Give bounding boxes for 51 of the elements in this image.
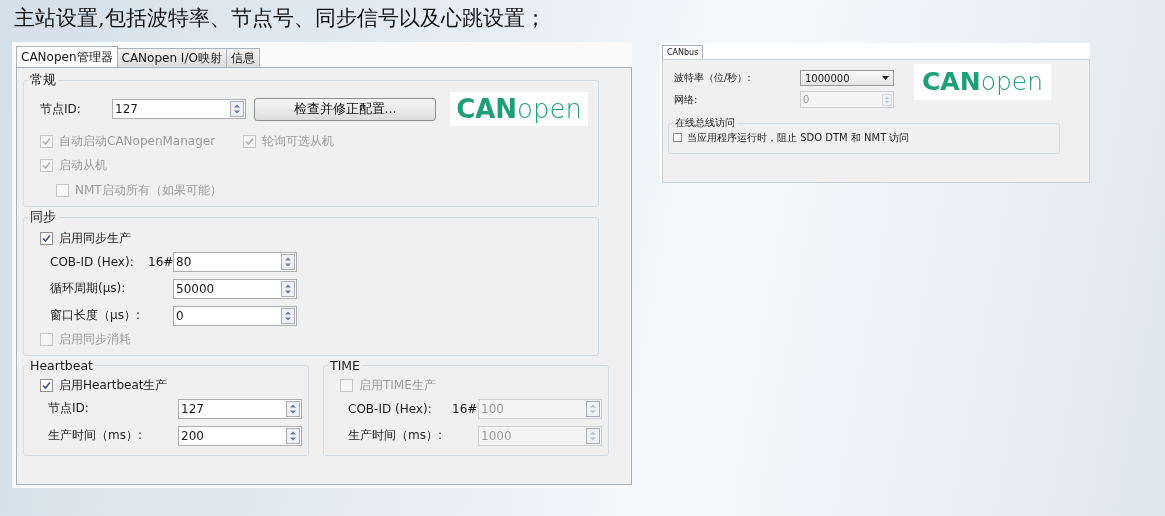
canopen-logo: CANopen: [914, 64, 1051, 100]
field-label: 生产时间（ms）:: [348, 427, 443, 444]
field-label: 循环周期(µs):: [50, 280, 127, 297]
field-label: 生产时间（ms）:: [48, 427, 143, 444]
checkbox-label: 启用同步消耗: [59, 330, 131, 348]
spin-field[interactable]: 127: [178, 398, 302, 419]
spinner-arrows-icon[interactable]: [281, 253, 295, 270]
checkbox-label: 自动启动CANopenManager: [59, 132, 216, 150]
field-label: 节点ID:: [40, 100, 82, 118]
spin-field[interactable]: 127: [112, 99, 246, 119]
group-title: Heartbeat: [29, 358, 94, 373]
checkbox-label: 当应用程序运行时，阻止 SDO DTM 和 NMT 访问: [687, 130, 910, 145]
hex-prefix: 16#: [452, 401, 478, 416]
spin-field[interactable]: 200: [178, 425, 302, 446]
checkbox-label: 启用TIME生产: [359, 376, 436, 394]
spin-field[interactable]: 80: [173, 251, 297, 272]
hex-prefix: 16#: [148, 254, 174, 269]
tab[interactable]: CANopen I/O映射: [116, 48, 227, 67]
spin-field[interactable]: 0: [173, 305, 297, 326]
field-label: 窗口长度（µs）:: [50, 307, 141, 324]
checkbox-label: 启动从机: [59, 156, 107, 174]
spinner-arrows-icon[interactable]: [281, 307, 295, 324]
checkbox-label: NMT启动所有（如果可能）: [75, 181, 222, 199]
tab[interactable]: CANopen管理器: [16, 46, 118, 67]
check-config-button[interactable]: 检查并修正配置...: [254, 97, 436, 121]
canopen-logo: CANopen: [450, 92, 588, 126]
tab[interactable]: 信息: [225, 48, 260, 67]
checkbox[interactable]: [673, 133, 682, 142]
tab[interactable]: CANbus: [662, 45, 704, 59]
spin-field[interactable]: 50000: [173, 278, 297, 299]
field-label: COB-ID (Hex):: [348, 401, 433, 416]
field-label: COB-ID (Hex):: [50, 254, 135, 269]
group-title: 常规: [29, 72, 57, 89]
baud-rate-dropdown[interactable]: 1000000: [800, 70, 894, 86]
slide-heading: 主站设置,包括波特率、节点号、同步信号以及心跳设置；: [13, 5, 547, 32]
field-label: 波特率（位/秒）:: [674, 71, 752, 85]
group-title: TIME: [329, 358, 361, 373]
spinner-arrows-icon[interactable]: [281, 280, 295, 297]
checkbox-label: 启用同步生产: [59, 229, 131, 247]
checkbox-label: 启用Heartbeat生产: [59, 376, 168, 394]
spinner-arrows-icon[interactable]: [286, 400, 300, 417]
checkbox[interactable]: [40, 378, 53, 392]
group-title: 同步: [29, 209, 57, 226]
spinner-arrows-icon[interactable]: [286, 427, 300, 444]
checkbox-label: 轮询可选从机: [262, 132, 335, 150]
checkbox[interactable]: [40, 231, 53, 245]
field-label: 节点ID:: [48, 400, 90, 417]
dropdown-arrow-icon: [882, 76, 889, 80]
group-title: 在线总线访问: [674, 116, 736, 130]
spinner-arrows-icon[interactable]: [230, 101, 244, 117]
field-label: 网络:: [674, 92, 699, 107]
